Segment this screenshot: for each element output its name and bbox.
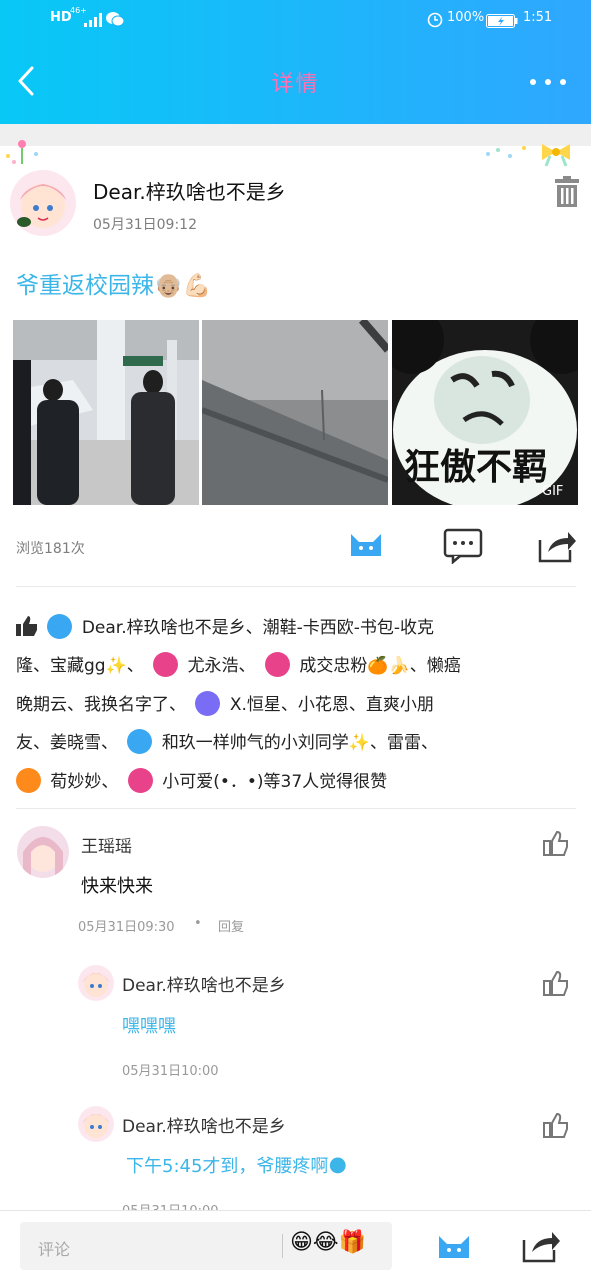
commenter-avatar[interactable] — [17, 826, 69, 878]
share-icon[interactable] — [538, 528, 578, 568]
flower-decoration-icon — [2, 138, 44, 170]
cat-badge-icon — [47, 614, 73, 639]
reply-like-icon[interactable] — [543, 970, 569, 1000]
likes-line-4: 友、姜晓雪、 和玖一样帅气的小刘同学✨、雷雷、 — [16, 724, 576, 763]
delete-trash-icon[interactable] — [553, 176, 581, 208]
reply-author[interactable]: Dear.梓玖啥也不是乡 — [122, 1112, 286, 1137]
signal-icon — [84, 12, 102, 31]
author-name[interactable]: Dear.梓玖啥也不是乡 — [93, 176, 286, 205]
music-badge-icon — [16, 768, 41, 793]
post-image-station[interactable] — [13, 320, 199, 505]
divider — [16, 808, 576, 809]
likes-text-2b: 尤永浩、 — [187, 656, 256, 676]
clock-time: 1:51 — [523, 10, 553, 25]
wechat-notification-icon — [106, 11, 125, 31]
gif-caption: 狂傲不羁 — [404, 447, 549, 488]
reply-link[interactable]: 回复 — [218, 916, 244, 935]
likes-text-3b: X.恒星、小花恩、直爽小朋 — [229, 695, 434, 715]
reply-avatar[interactable] — [78, 965, 114, 1001]
comment-author[interactable]: 王瑶瑶 — [81, 832, 132, 857]
page-title: 详情 — [271, 72, 320, 97]
reply-text: 嘿嘿嘿 — [122, 1016, 176, 1037]
view-count: 浏览181次 — [16, 541, 85, 557]
divider — [16, 586, 576, 587]
likes-text-1: Dear.梓玖啥也不是乡、潮鞋-卡西欧-书包-收克 — [81, 618, 435, 638]
likes-line-1: Dear.梓玖啥也不是乡、潮鞋-卡西欧-书包-收克 — [16, 609, 576, 648]
post-image-train-window[interactable] — [202, 320, 388, 505]
telegram-badge-icon — [127, 729, 153, 754]
cat-like-icon[interactable] — [347, 528, 385, 562]
reply-avatar[interactable] — [78, 1106, 114, 1142]
post-image-panda-meme-gif[interactable]: 狂傲不羁 GIF — [392, 320, 578, 505]
reply-like-icon[interactable] — [543, 1112, 569, 1142]
likes-text-5a: 荀妙妙、 — [50, 772, 119, 792]
gif-badge: GIF — [542, 484, 564, 499]
cloud-badge-icon — [195, 691, 221, 716]
weibo-badge-icon — [264, 652, 290, 677]
likes-text-4a: 友、姜晓雪、 — [16, 733, 118, 753]
battery-icon — [486, 13, 518, 32]
author-avatar[interactable] — [10, 170, 76, 236]
dot-separator: • — [194, 916, 202, 931]
comment-text: 快来快来 — [81, 876, 153, 897]
likes-text-5b: 小可爱(•．•)等37人觉得很赞 — [162, 772, 388, 792]
alarm-icon — [427, 12, 443, 32]
comment-time: 05月31日09:30 — [78, 920, 175, 935]
post-content: 爷重返校园辣👴🏼💪🏻 — [16, 273, 212, 299]
weibo-badge-icon — [127, 768, 153, 793]
likes-line-5: 荀妙妙、 小可爱(•．•)等37人觉得很赞 — [16, 763, 576, 802]
cat-like-button-icon[interactable] — [435, 1230, 473, 1264]
network-label: HD — [50, 10, 72, 25]
share-button-icon[interactable] — [522, 1228, 562, 1268]
reply-author[interactable]: Dear.梓玖啥也不是乡 — [122, 971, 286, 996]
comment-input[interactable]: 评论 😁😂🎁 — [20, 1222, 392, 1270]
likes-text-3a: 晚期云、我换名字了、 — [16, 695, 186, 715]
post-time: 05月31日09:12 — [93, 217, 197, 233]
thumbs-up-icon — [16, 616, 38, 638]
reply-text: 下午5:45才到，爷腰疼啊🌑 — [126, 1156, 348, 1177]
likes-line-2: 隆、宝藏gg✨、 尤永浩、 成交忠粉🍊🍌、懒癌 — [16, 647, 576, 686]
more-options-icon[interactable] — [528, 74, 568, 90]
comment-icon[interactable] — [443, 528, 483, 568]
input-divider — [282, 1234, 283, 1258]
likes-line-3: 晚期云、我换名字了、 X.恒星、小花恩、直爽小朋 — [16, 686, 576, 725]
likes-text-2a: 隆、宝藏gg✨、 — [16, 656, 144, 676]
likes-text-4b: 和玖一样帅气的小刘同学✨、雷雷、 — [161, 733, 438, 753]
emoji-picker-button[interactable]: 😁😂🎁 — [290, 1230, 366, 1255]
reply-time: 05月31日10:00 — [122, 1064, 219, 1079]
comment-like-icon[interactable] — [543, 830, 569, 860]
comment-placeholder: 评论 — [38, 1240, 71, 1259]
battery-percent: 100% — [447, 10, 485, 25]
star-badge-icon — [153, 652, 179, 677]
likes-text-2c: 成交忠粉🍊🍌、懒癌 — [299, 656, 461, 676]
bow-decoration-icon — [480, 136, 588, 172]
